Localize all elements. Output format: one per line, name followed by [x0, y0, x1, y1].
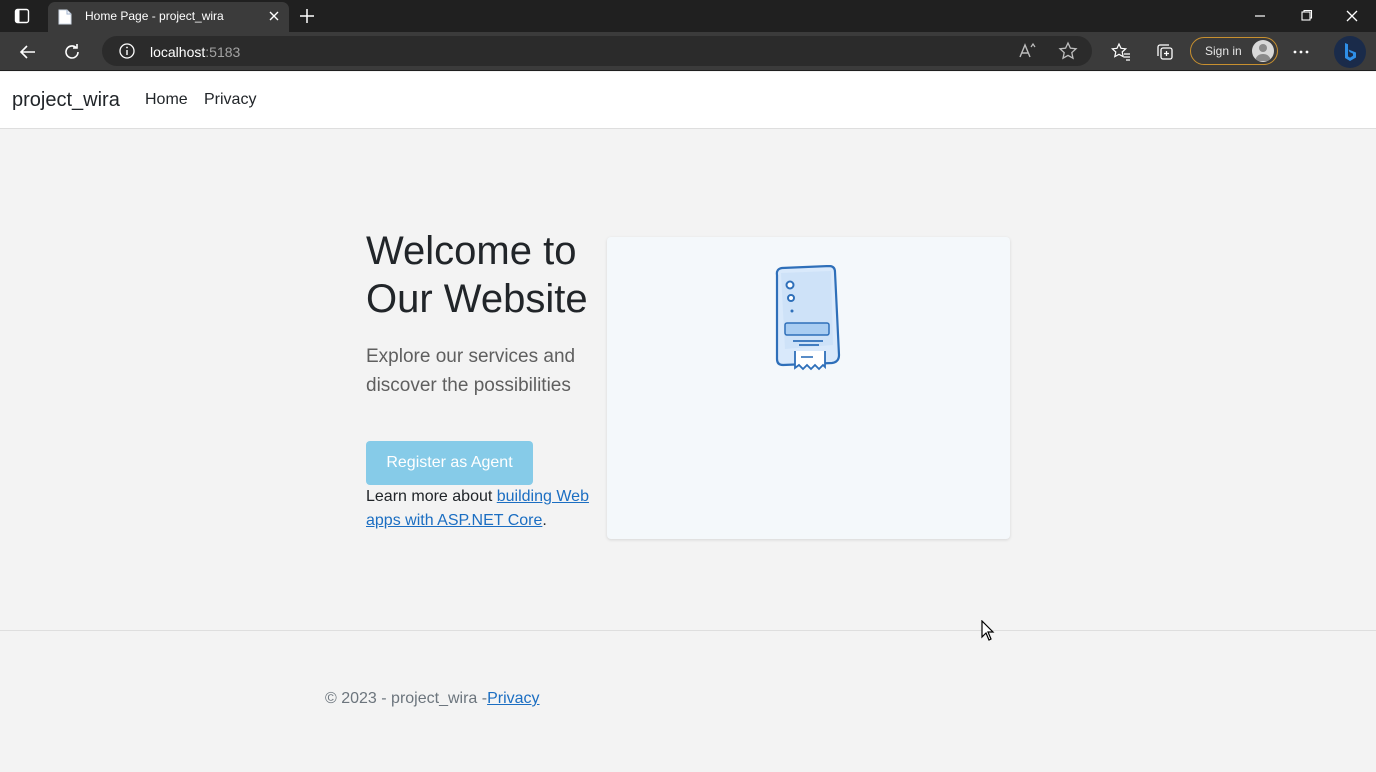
back-arrow-icon[interactable]: [17, 41, 39, 63]
more-icon[interactable]: [1290, 41, 1312, 63]
info-icon[interactable]: [118, 42, 136, 60]
plus-icon[interactable]: [298, 7, 316, 25]
close-icon[interactable]: [267, 9, 281, 23]
receipt-illustration-icon: [771, 264, 847, 375]
nav-link-privacy[interactable]: Privacy: [204, 91, 256, 109]
read-aloud-icon[interactable]: [1016, 40, 1038, 62]
address-port: :5183: [205, 44, 241, 60]
avatar: [1252, 40, 1274, 62]
learn-more-prefix: Learn more about: [366, 488, 497, 505]
sign-in-button[interactable]: Sign in: [1190, 37, 1278, 65]
browser-toolbar: localhost:5183 Sign in: [0, 32, 1376, 71]
mouse-cursor-icon: [981, 619, 995, 642]
browser-tab[interactable]: Home Page - project_wira: [48, 2, 289, 32]
sign-in-label: Sign in: [1205, 44, 1242, 58]
page-title: Welcome to Our Website: [366, 229, 588, 321]
footer-divider: [0, 630, 1376, 631]
page-favicon-icon: [58, 9, 72, 25]
nav-link-home[interactable]: Home: [145, 91, 188, 109]
register-agent-button[interactable]: Register as Agent: [366, 441, 533, 485]
favorites-icon[interactable]: [1110, 41, 1132, 63]
address-host: localhost: [150, 44, 206, 60]
bing-copilot-icon[interactable]: [1334, 36, 1366, 68]
site-navbar: project_wira Home Privacy: [0, 72, 1376, 129]
tab-title: Home Page - project_wira: [85, 9, 224, 23]
learn-more-text: Learn more about building Web apps with …: [366, 485, 606, 533]
hero-card: [607, 237, 1010, 539]
tab-actions-icon[interactable]: [12, 7, 32, 25]
footer: © 2023 - project_wira -Privacy: [325, 690, 540, 708]
address-url: localhost:5183: [150, 44, 240, 60]
restore-icon[interactable]: [1296, 9, 1316, 23]
browser-tab-bar: Home Page - project_wira: [0, 0, 1376, 32]
collections-icon[interactable]: [1154, 41, 1176, 63]
brand-link[interactable]: project_wira: [12, 89, 120, 112]
close-window-icon[interactable]: [1342, 8, 1362, 24]
learn-more-suffix: .: [542, 512, 547, 529]
refresh-icon[interactable]: [61, 41, 83, 63]
footer-copyright: © 2023 - project_wira -: [325, 690, 488, 707]
hero-subtitle: Explore our services and discover the po…: [366, 346, 576, 396]
star-icon[interactable]: [1057, 40, 1079, 62]
minimize-icon[interactable]: [1250, 9, 1270, 23]
footer-privacy-link[interactable]: Privacy: [487, 690, 539, 707]
address-bar[interactable]: localhost:5183: [102, 36, 1092, 66]
